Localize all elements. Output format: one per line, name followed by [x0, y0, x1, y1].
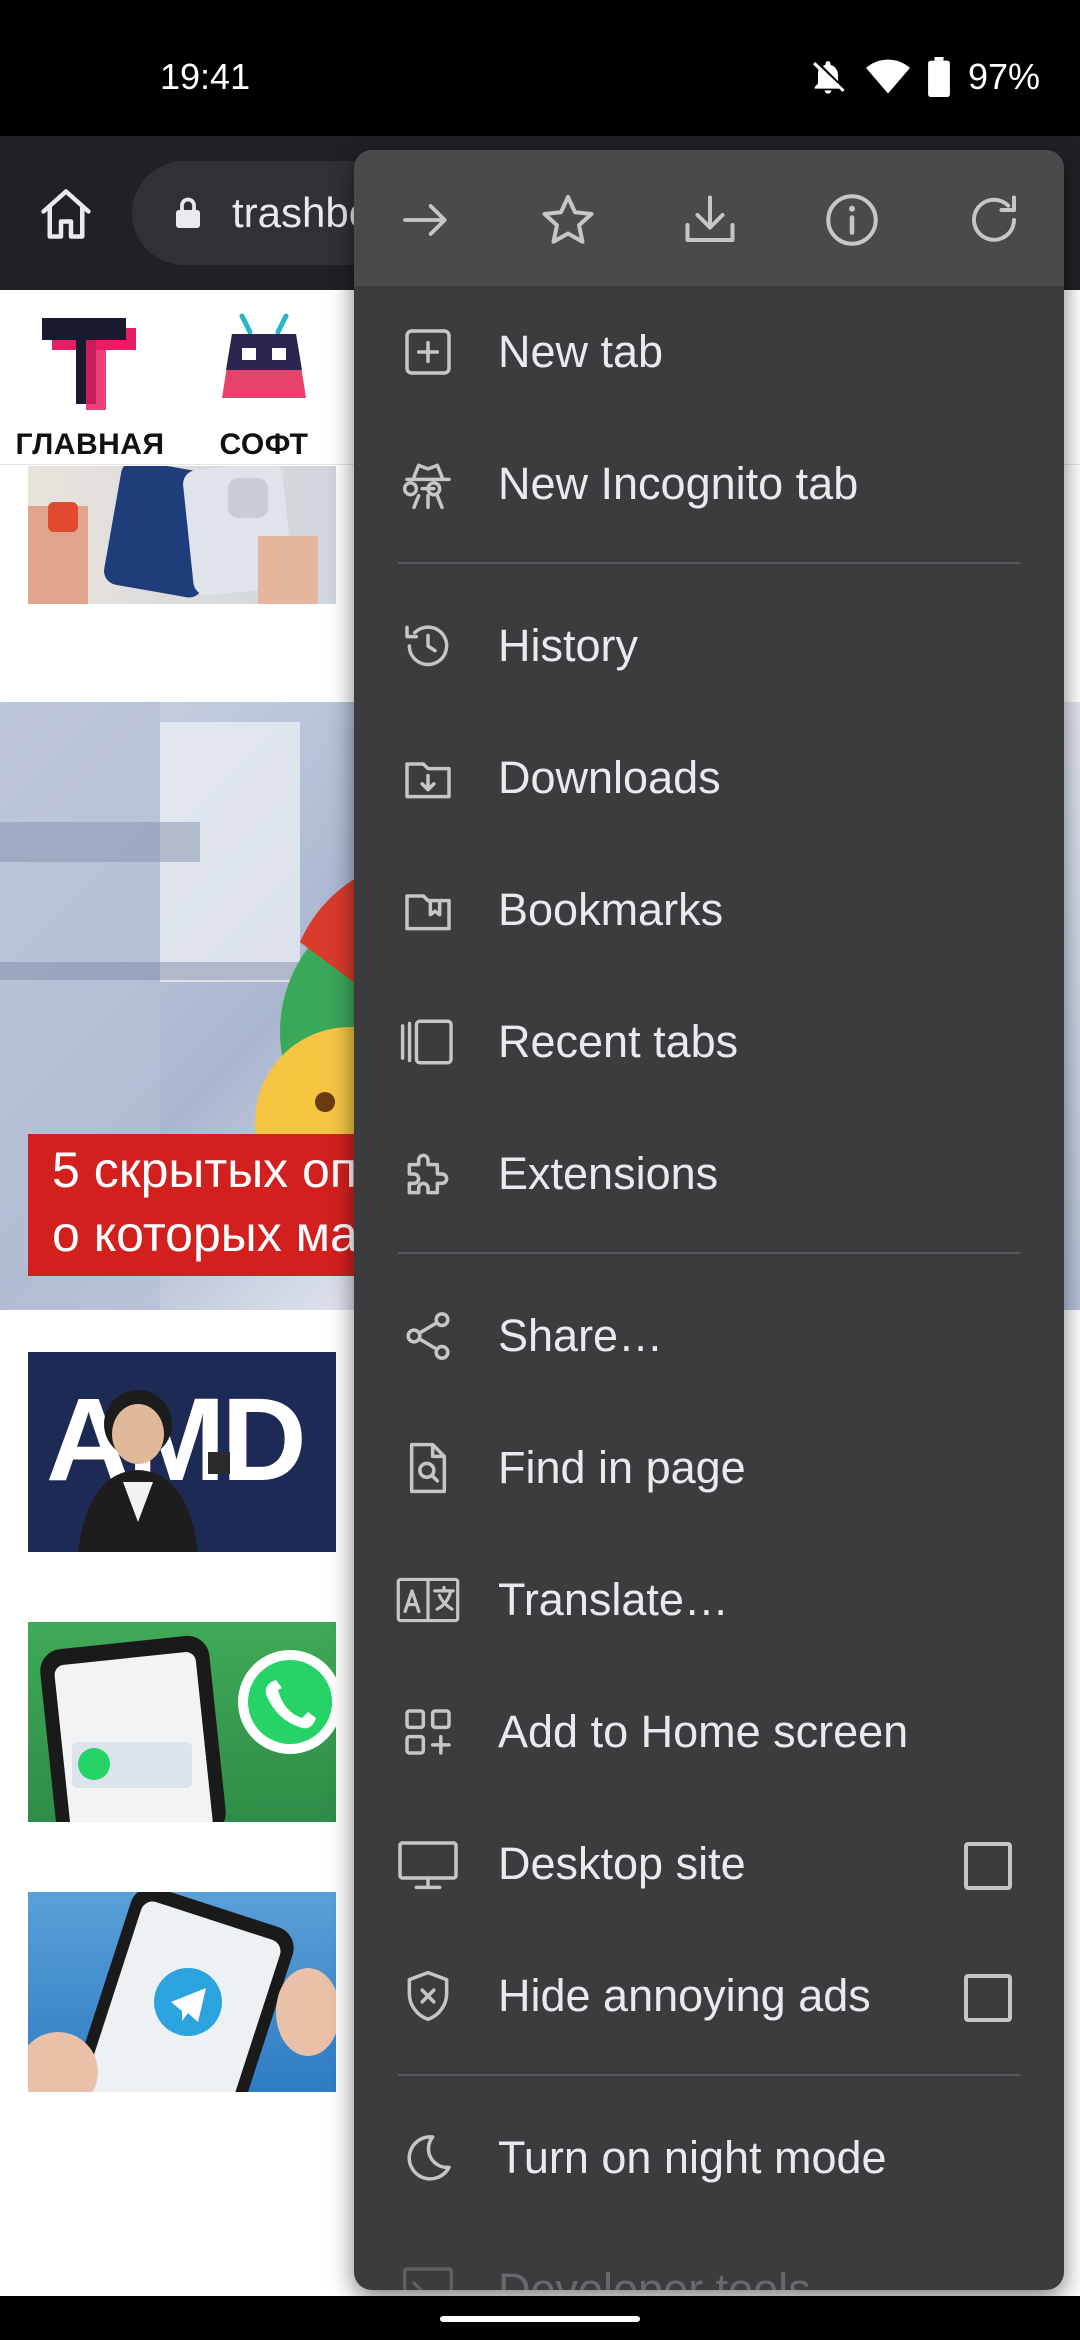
- menu-item-find-in-page[interactable]: Find in page: [354, 1402, 1064, 1534]
- status-icons: 97%: [808, 56, 1040, 98]
- notifications-off-icon: [808, 57, 848, 97]
- menu-item-label: History: [498, 620, 639, 671]
- menu-divider: [398, 2074, 1020, 2076]
- menu-item-recent-tabs[interactable]: Recent tabs: [354, 976, 1064, 1108]
- download-page-button[interactable]: [670, 180, 750, 260]
- menu-item-label: Add to Home screen: [498, 1706, 909, 1757]
- overflow-menu: New tab New Incognito tab History Downlo…: [354, 150, 1064, 2290]
- menu-item-extensions[interactable]: Extensions: [354, 1108, 1064, 1240]
- menu-item-label: New Incognito tab: [498, 458, 859, 509]
- status-time: 19:41: [160, 56, 251, 97]
- refresh-button[interactable]: [954, 180, 1034, 260]
- menu-item-translate[interactable]: Translate…: [354, 1534, 1064, 1666]
- home-icon: [41, 189, 91, 239]
- download-icon: [685, 195, 735, 242]
- find-in-page-icon: [396, 1436, 460, 1500]
- desktop-site-checkbox[interactable]: [964, 1842, 1012, 1890]
- menu-item-label: Recent tabs: [498, 1016, 739, 1067]
- site-nav-label: ГЛАВНАЯ: [15, 428, 165, 461]
- menu-divider: [398, 562, 1020, 564]
- site-nav-item-soft[interactable]: СОФТ: [174, 310, 354, 462]
- screen: 19:41 97% trashbox.ru ГЛАВНАЯ СОФТ 5 скр…: [0, 0, 1080, 2340]
- status-bar: 19:41 97%: [0, 0, 1080, 136]
- menu-item-label: Find in page: [498, 1442, 746, 1493]
- translate-icon: [396, 1568, 460, 1632]
- star-icon: [542, 195, 594, 244]
- menu-item-add-to-home-screen[interactable]: Add to Home screen: [354, 1666, 1064, 1798]
- developer-tools-icon: [396, 2258, 460, 2290]
- desktop-icon: [396, 1832, 460, 1896]
- share-icon: [396, 1304, 460, 1368]
- android-robot-icon: [214, 310, 314, 410]
- menu-item-label: Downloads: [498, 752, 721, 803]
- system-nav-bar: [0, 2296, 1080, 2340]
- bookmark-star-button[interactable]: [528, 180, 608, 260]
- menu-item-label: Hide annoying ads: [498, 1970, 871, 2021]
- page-info-button[interactable]: [812, 180, 892, 260]
- history-icon: [396, 614, 460, 678]
- recent-tabs-icon: [396, 1010, 460, 1074]
- menu-item-label: New tab: [498, 326, 664, 377]
- home-button[interactable]: [28, 176, 104, 252]
- menu-item-new-tab[interactable]: New tab: [354, 286, 1064, 418]
- menu-item-history[interactable]: History: [354, 580, 1064, 712]
- incognito-icon: [396, 452, 460, 516]
- forward-button[interactable]: [386, 180, 466, 260]
- site-nav-label: СОФТ: [219, 428, 309, 461]
- article-thumbnail-amd[interactable]: AMD: [28, 1352, 336, 1552]
- article-thumbnail-whatsapp[interactable]: [28, 1622, 336, 1822]
- refresh-icon: [972, 195, 1016, 242]
- moon-icon: [396, 2126, 460, 2190]
- add-to-home-icon: [396, 1700, 460, 1764]
- battery-percent: 97%: [967, 56, 1040, 97]
- gesture-handle[interactable]: [440, 2316, 640, 2322]
- lock-icon: [176, 197, 200, 228]
- article-thumbnail-iphone[interactable]: [28, 466, 336, 604]
- info-icon: [826, 194, 878, 246]
- downloads-icon: [396, 746, 460, 810]
- menu-item-label: Developer tools: [498, 2264, 811, 2290]
- article-thumbnail-telegram[interactable]: [28, 1892, 336, 2092]
- forward-icon: [403, 204, 447, 236]
- menu-item-hide-annoying-ads[interactable]: Hide annoying ads: [354, 1930, 1064, 2062]
- menu-item-developer-tools[interactable]: Developer tools: [354, 2224, 1064, 2290]
- bookmarks-icon: [396, 878, 460, 942]
- menu-item-desktop-site[interactable]: Desktop site: [354, 1798, 1064, 1930]
- menu-item-bookmarks[interactable]: Bookmarks: [354, 844, 1064, 976]
- menu-item-night-mode[interactable]: Turn on night mode: [354, 2092, 1064, 2224]
- new-tab-icon: [396, 320, 460, 384]
- menu-item-label: Extensions: [498, 1148, 719, 1199]
- menu-item-label: Desktop site: [498, 1838, 746, 1889]
- wifi-icon: [865, 57, 910, 97]
- menu-item-label: Share…: [498, 1310, 664, 1361]
- trashbox-logo: [40, 310, 140, 410]
- menu-action-row: [354, 150, 1064, 286]
- battery-icon: [928, 57, 950, 97]
- shield-icon: [396, 1964, 460, 2028]
- site-nav-item-home[interactable]: ГЛАВНАЯ: [0, 310, 180, 462]
- menu-item-share[interactable]: Share…: [354, 1270, 1064, 1402]
- hide-ads-checkbox[interactable]: [964, 1974, 1012, 2022]
- menu-item-label: Turn on night mode: [498, 2132, 887, 2183]
- menu-item-label: Bookmarks: [498, 884, 724, 935]
- menu-item-downloads[interactable]: Downloads: [354, 712, 1064, 844]
- menu-item-label: Translate…: [498, 1574, 729, 1625]
- menu-item-new-incognito-tab[interactable]: New Incognito tab: [354, 418, 1064, 550]
- extensions-icon: [396, 1142, 460, 1206]
- menu-divider: [398, 1252, 1020, 1254]
